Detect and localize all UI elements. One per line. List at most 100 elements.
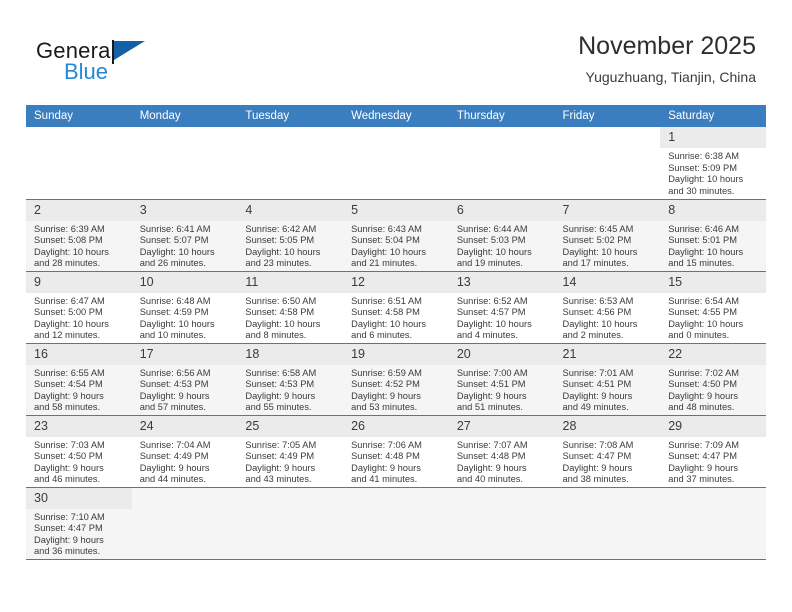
day-details: Sunrise: 7:10 AM Sunset: 4:47 PM Daylight:… [26,509,132,558]
day-daylight-text: Daylight: 9 hours [34,462,104,473]
day-daylight-text: Daylight: 10 hours [668,318,744,329]
calendar-day-cell[interactable]: 12 Sunrise: 6:51 AM Sunset: 4:58 PM Dayligh… [343,271,449,344]
calendar-day-cell[interactable]: 7 Sunrise: 6:45 AM Sunset: 5:02 PM Daylight… [554,199,661,272]
calendar-day-cell[interactable]: 29 Sunrise: 7:09 AM Sunset: 4:47 PM Dayligh… [660,415,766,488]
calendar-day-cell[interactable]: 5 Sunrise: 6:43 AM Sunset: 5:04 PM Daylight… [343,199,449,272]
day-daylight-text: and 6 minutes. [351,330,413,341]
calendar-day-cell[interactable]: 26 Sunrise: 7:06 AM Sunset: 4:48 PM Dayligh… [343,415,449,488]
day-number: 1 [660,127,766,148]
calendar-day-cell[interactable]: 21 Sunrise: 7:01 AM Sunset: 4:51 PM Dayligh… [554,343,661,416]
calendar-week-row: 1 Sunrise: 6:38 AM Sunset: 5:09 PM Daylight… [26,127,766,200]
day-sunrise-text: Sunrise: 6:47 AM [34,295,105,306]
day-daylight-text: Daylight: 10 hours [351,318,427,329]
day-daylight-text: Daylight: 10 hours [668,174,744,185]
day-sunset-text: Sunset: 5:09 PM [668,162,737,173]
calendar-cell-empty [131,127,238,200]
day-sunset-text: Sunset: 5:04 PM [351,235,420,246]
calendar-day-cell[interactable]: 20 Sunrise: 7:00 AM Sunset: 4:51 PM Dayligh… [448,343,555,416]
calendar-cell-empty [343,487,449,560]
day-sunrise-text: Sunrise: 6:42 AM [245,223,317,234]
day-sunrise-text: Sunrise: 6:45 AM [562,223,634,234]
calendar-day-cell[interactable]: 15 Sunrise: 6:54 AM Sunset: 4:55 PM Dayligh… [660,271,766,344]
calendar-day-cell[interactable]: 10 Sunrise: 6:48 AM Sunset: 4:59 PM Dayligh… [131,271,238,344]
weekday-header-tuesday: Tuesday [237,105,344,127]
day-sunrise-text: Sunrise: 7:04 AM [139,439,211,450]
day-number: 27 [448,415,555,437]
day-daylight-text: and 0 minutes. [668,330,730,341]
day-sunrise-text: Sunrise: 6:44 AM [456,223,528,234]
calendar-day-cell[interactable]: 23 Sunrise: 7:03 AM Sunset: 4:50 PM Dayligh… [26,415,132,488]
logo-text-blue: Blue [64,59,109,84]
weekday-header-sunday: Sunday [26,105,132,127]
day-daylight-text: Daylight: 9 hours [34,534,104,545]
day-number: 6 [448,199,555,221]
day-daylight-text: and 43 minutes. [245,474,312,485]
calendar-day-cell[interactable]: 27 Sunrise: 7:07 AM Sunset: 4:48 PM Dayligh… [448,415,555,488]
calendar-day-cell[interactable]: 11 Sunrise: 6:50 AM Sunset: 4:58 PM Dayligh… [237,271,344,344]
day-daylight-text: Daylight: 9 hours [668,390,738,401]
calendar-grid: Sunday Monday Tuesday Wednesday Thursday… [26,105,766,560]
day-daylight-text: and 28 minutes. [34,258,101,269]
calendar-day-cell[interactable]: 4 Sunrise: 6:42 AM Sunset: 5:05 PM Daylight… [237,199,344,272]
calendar-day-cell[interactable]: 18 Sunrise: 6:58 AM Sunset: 4:53 PM Dayligh… [237,343,344,416]
day-details: Sunrise: 7:02 AM Sunset: 4:50 PM Daylight:… [660,365,766,414]
calendar-day-cell[interactable]: 25 Sunrise: 7:05 AM Sunset: 4:49 PM Dayligh… [237,415,344,488]
calendar-day-cell[interactable]: 8 Sunrise: 6:46 AM Sunset: 5:01 PM Daylight… [660,199,766,272]
calendar-day-cell[interactable]: 30 Sunrise: 7:10 AM Sunset: 4:47 PM Dayligh… [26,487,132,560]
day-sunrise-text: Sunrise: 6:48 AM [139,295,211,306]
day-number: 15 [660,271,766,293]
day-daylight-text: Daylight: 9 hours [562,462,633,473]
day-sunset-text: Sunset: 4:54 PM [34,379,103,390]
day-daylight-text: and 15 minutes. [668,258,735,269]
day-sunrise-text: Sunrise: 6:41 AM [139,223,211,234]
calendar-day-cell[interactable]: 9 Sunrise: 6:47 AM Sunset: 5:00 PM Daylight… [26,271,132,344]
day-daylight-text: and 48 minutes. [668,402,735,413]
calendar-day-cell[interactable]: 22 Sunrise: 7:02 AM Sunset: 4:50 PM Dayligh… [660,343,766,416]
day-sunrise-text: Sunrise: 6:50 AM [245,295,317,306]
day-sunrise-text: Sunrise: 7:05 AM [245,439,317,450]
day-sunrise-text: Sunrise: 6:56 AM [139,367,211,378]
calendar-day-cell[interactable]: 28 Sunrise: 7:08 AM Sunset: 4:47 PM Dayligh… [554,415,661,488]
calendar-day-cell[interactable]: 17 Sunrise: 6:56 AM Sunset: 4:53 PM Dayligh… [131,343,238,416]
day-sunset-text: Sunset: 5:02 PM [562,235,632,246]
calendar-cell-empty [448,127,555,200]
day-details: Sunrise: 6:50 AM Sunset: 4:58 PM Daylight:… [237,293,343,342]
day-details: Sunrise: 6:53 AM Sunset: 4:56 PM Daylight:… [555,293,661,342]
calendar-day-cell[interactable]: 24 Sunrise: 7:04 AM Sunset: 4:49 PM Dayligh… [131,415,238,488]
day-sunrise-text: Sunrise: 7:07 AM [456,439,528,450]
day-daylight-text: and 55 minutes. [245,402,312,413]
calendar-cell-empty [660,487,766,560]
day-daylight-text: and 10 minutes. [139,330,206,341]
day-sunset-text: Sunset: 4:47 PM [562,451,632,462]
calendar-day-cell[interactable]: 2 Sunrise: 6:39 AM Sunset: 5:08 PM Daylight… [26,199,132,272]
calendar-day-cell[interactable]: 6 Sunrise: 6:44 AM Sunset: 5:03 PM Daylight… [448,199,555,272]
weekday-header-friday: Friday [554,105,661,127]
generalblue-logo[interactable]: General Blue [36,38,226,90]
day-number: 30 [26,487,132,509]
calendar-day-cell[interactable]: 14 Sunrise: 6:53 AM Sunset: 4:56 PM Dayligh… [554,271,661,344]
day-daylight-text: and 40 minutes. [456,474,523,485]
day-daylight-text: and 21 minutes. [351,258,418,269]
day-daylight-text: and 2 minutes. [562,330,624,341]
day-details: Sunrise: 6:45 AM Sunset: 5:02 PM Daylight:… [555,221,661,270]
day-daylight-text: and 53 minutes. [351,402,418,413]
weekday-header-row: Sunday Monday Tuesday Wednesday Thursday… [26,105,766,127]
day-details: Sunrise: 7:06 AM Sunset: 4:48 PM Daylight:… [343,437,449,486]
day-sunrise-text: Sunrise: 7:00 AM [456,367,528,378]
day-details: Sunrise: 7:04 AM Sunset: 4:49 PM Daylight:… [132,437,238,486]
day-sunset-text: Sunset: 4:48 PM [351,451,420,462]
calendar-week-row: 9 Sunrise: 6:47 AM Sunset: 5:00 PM Daylight… [26,271,766,344]
calendar-day-cell[interactable]: 1 Sunrise: 6:38 AM Sunset: 5:09 PM Daylight… [660,127,766,200]
day-number: 11 [237,271,344,293]
day-number: 26 [343,415,449,437]
calendar-day-cell[interactable]: 19 Sunrise: 6:59 AM Sunset: 4:52 PM Dayligh… [343,343,449,416]
day-sunrise-text: Sunrise: 6:38 AM [668,151,740,161]
day-daylight-text: and 4 minutes. [456,330,518,341]
calendar-day-cell[interactable]: 16 Sunrise: 6:55 AM Sunset: 4:54 PM Dayligh… [26,343,132,416]
day-details: Sunrise: 6:44 AM Sunset: 5:03 PM Daylight:… [449,221,555,270]
day-daylight-text: Daylight: 10 hours [456,318,532,329]
day-sunrise-text: Sunrise: 7:06 AM [351,439,422,450]
calendar-day-cell[interactable]: 3 Sunrise: 6:41 AM Sunset: 5:07 PM Daylight… [131,199,238,272]
calendar-day-cell[interactable]: 13 Sunrise: 6:52 AM Sunset: 4:57 PM Dayligh… [448,271,555,344]
day-number: 8 [660,199,766,221]
